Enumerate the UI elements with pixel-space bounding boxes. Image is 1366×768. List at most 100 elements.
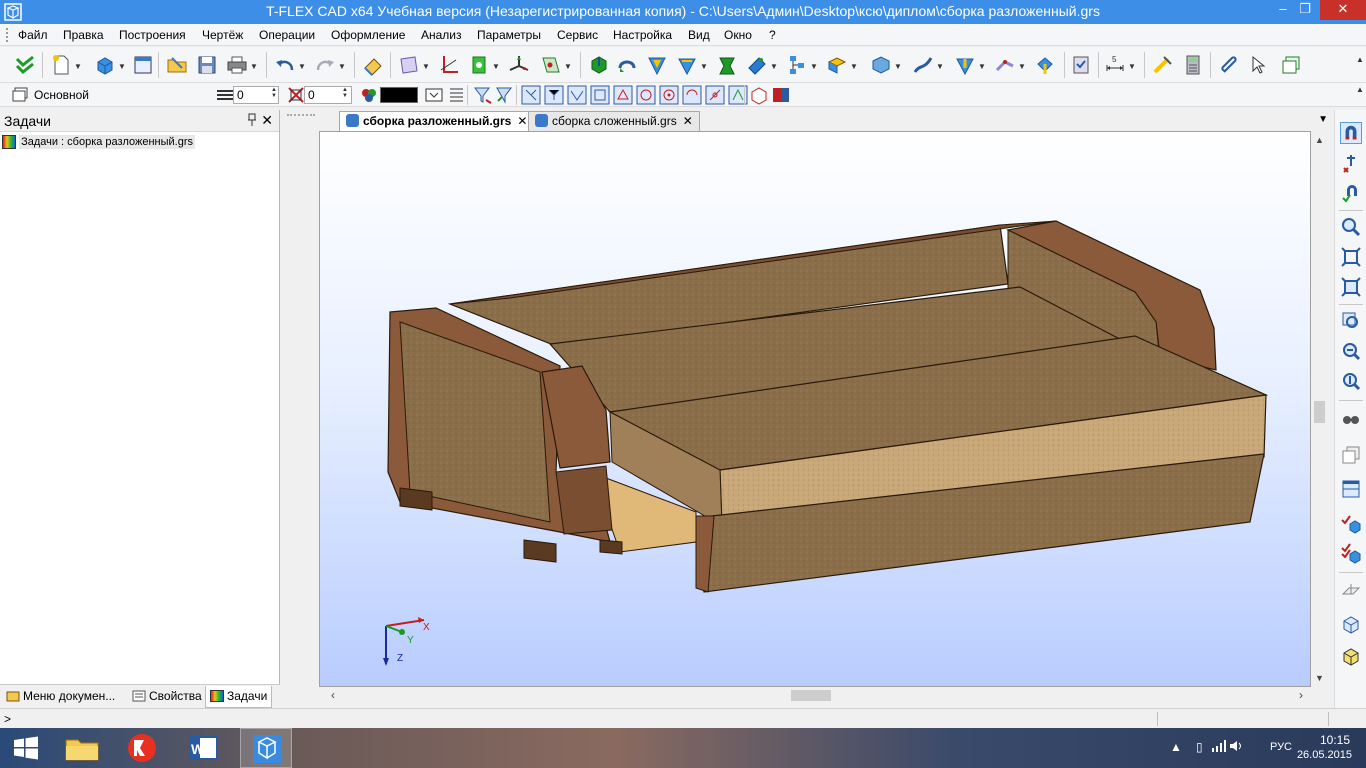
snap-filter-3-icon[interactable]: [566, 84, 587, 105]
redo-dropdown[interactable]: ▼: [338, 62, 346, 71]
snap-filter-4-icon[interactable]: [589, 84, 610, 105]
undo-dropdown[interactable]: ▼: [298, 62, 306, 71]
menu-window[interactable]: Окно: [724, 28, 752, 42]
layers-panel-icon[interactable]: [10, 84, 28, 104]
assembly-tree-icon[interactable]: [786, 54, 808, 76]
document-check-icon[interactable]: [1070, 54, 1092, 76]
copy-window-icon[interactable]: [1280, 54, 1302, 76]
split-view-icon[interactable]: [1340, 478, 1362, 500]
zoom-dynamic-icon[interactable]: [1340, 370, 1362, 392]
menu-help[interactable]: ?: [769, 28, 776, 42]
calculator-icon[interactable]: [1182, 54, 1204, 76]
panel-close-button[interactable]: ✕: [261, 112, 273, 129]
rotation-icon[interactable]: [616, 54, 638, 76]
loft-icon[interactable]: [746, 54, 768, 76]
layer-stack-icon[interactable]: [214, 84, 233, 104]
profile-icon[interactable]: [468, 54, 490, 76]
shell-dropdown[interactable]: ▼: [700, 62, 708, 71]
print-icon[interactable]: [226, 54, 248, 76]
boolean-icon[interactable]: [646, 54, 668, 76]
fit-window-icon[interactable]: [1340, 246, 1362, 268]
restore-button[interactable]: ❐: [1291, 0, 1319, 20]
attach-icon[interactable]: [1218, 54, 1240, 76]
taskbar-file-explorer[interactable]: [56, 728, 108, 768]
check-cube-icon[interactable]: [1340, 512, 1362, 534]
show-hidden-icons[interactable]: ▲: [1170, 740, 1182, 754]
measure-icon[interactable]: [1152, 54, 1174, 76]
extrusion-icon[interactable]: [588, 54, 610, 76]
layer-spinner[interactable]: ▲ ▼: [271, 87, 277, 99]
scroll-left-icon[interactable]: ‹: [331, 688, 335, 702]
tab-close-icon[interactable]: ✕: [683, 114, 693, 128]
toolbar1-overflow[interactable]: ▲: [1356, 55, 1364, 64]
pin-icon[interactable]: [247, 113, 257, 130]
snap-filter-6-icon[interactable]: [635, 84, 656, 105]
scroll-up-icon[interactable]: ▲: [1315, 135, 1324, 145]
render-icon[interactable]: [770, 84, 789, 104]
color-palette-icon[interactable]: [358, 84, 376, 104]
body-dropdown[interactable]: ▼: [894, 62, 902, 71]
workplane-dropdown[interactable]: ▼: [422, 62, 430, 71]
select-filter-icon[interactable]: [494, 84, 512, 104]
sweep-icon[interactable]: [716, 54, 738, 76]
open-folder-icon[interactable]: [166, 54, 188, 76]
zoom-window-icon[interactable]: [1340, 310, 1362, 332]
double-check-cube-icon[interactable]: [1340, 542, 1362, 564]
vertical-scroll-thumb[interactable]: [1314, 401, 1325, 423]
plane-icon[interactable]: [1340, 580, 1362, 602]
close-button[interactable]: ✕: [1320, 0, 1366, 20]
snap-filter-2-icon[interactable]: [543, 84, 564, 105]
3d-viewport[interactable]: X Y Z: [319, 131, 1311, 687]
scroll-right-icon[interactable]: ›: [1299, 688, 1303, 702]
menu-edit[interactable]: Правка: [63, 28, 104, 42]
menu-file[interactable]: Файл: [18, 28, 48, 42]
menu-grip[interactable]: [6, 28, 10, 42]
glasses-icon[interactable]: [1340, 408, 1362, 430]
menu-operations[interactable]: Операции: [259, 28, 315, 42]
taskbar-word[interactable]: W: [178, 728, 230, 768]
surface-dropdown[interactable]: ▼: [978, 62, 986, 71]
zoom-previous-icon[interactable]: [1340, 340, 1362, 362]
snap-filter-1-icon[interactable]: [520, 84, 541, 105]
redo-icon[interactable]: [314, 54, 336, 76]
loft-dropdown[interactable]: ▼: [770, 62, 778, 71]
snap-filter-5-icon[interactable]: [612, 84, 633, 105]
horizontal-scrollbar[interactable]: ‹ ›: [319, 687, 1311, 704]
command-prompt[interactable]: >: [4, 712, 11, 726]
menu-view[interactable]: Вид: [688, 28, 710, 42]
pointer-tool-icon[interactable]: [1248, 54, 1270, 76]
properties-list-icon[interactable]: [445, 84, 463, 104]
tab-document-menu[interactable]: Меню докумен...: [2, 686, 119, 708]
workplane-icon[interactable]: [398, 54, 420, 76]
zoom-icon[interactable]: [1340, 216, 1362, 238]
pin-snap-icon[interactable]: [1340, 152, 1362, 174]
save-icon[interactable]: [196, 54, 218, 76]
profile-dropdown[interactable]: ▼: [492, 62, 500, 71]
tab-list-dropdown[interactable]: ▼: [1318, 114, 1328, 125]
menu-settings[interactable]: Настройка: [613, 28, 672, 42]
scroll-down-icon[interactable]: ▼: [1315, 673, 1324, 683]
toolbar2-overflow[interactable]: ▲: [1356, 85, 1364, 94]
menu-analysis[interactable]: Анализ: [421, 28, 462, 42]
lcs-icon[interactable]: [508, 54, 530, 76]
window-layout-icon[interactable]: [132, 54, 154, 76]
shade-icon[interactable]: [748, 84, 767, 105]
clock-date[interactable]: 26.05.2015: [1297, 749, 1352, 761]
level-spinner[interactable]: ▲ ▼: [342, 87, 348, 99]
tab-document-folded[interactable]: сборка сложенный.grs ✕: [528, 111, 700, 131]
magnet-snap-icon[interactable]: [1340, 122, 1362, 144]
curve-dropdown[interactable]: ▼: [936, 62, 944, 71]
mode-label[interactable]: Основной: [34, 88, 89, 102]
body-icon[interactable]: [870, 54, 892, 76]
menu-service[interactable]: Сервис: [557, 28, 598, 42]
tab-document-unfolded[interactable]: сборка разложенный.grs ✕: [339, 111, 535, 131]
tab-close-icon[interactable]: ✕: [517, 114, 527, 128]
taskbar-yandex-browser[interactable]: [116, 728, 168, 768]
snap-filter-8-icon[interactable]: [681, 84, 702, 105]
line-icon[interactable]: [438, 54, 460, 76]
new-document-icon[interactable]: [50, 54, 72, 76]
copy-view-icon[interactable]: [1340, 444, 1362, 466]
panel-splitter[interactable]: [281, 110, 317, 708]
tab-properties[interactable]: Свойства: [128, 686, 206, 708]
start-button[interactable]: [0, 728, 52, 768]
